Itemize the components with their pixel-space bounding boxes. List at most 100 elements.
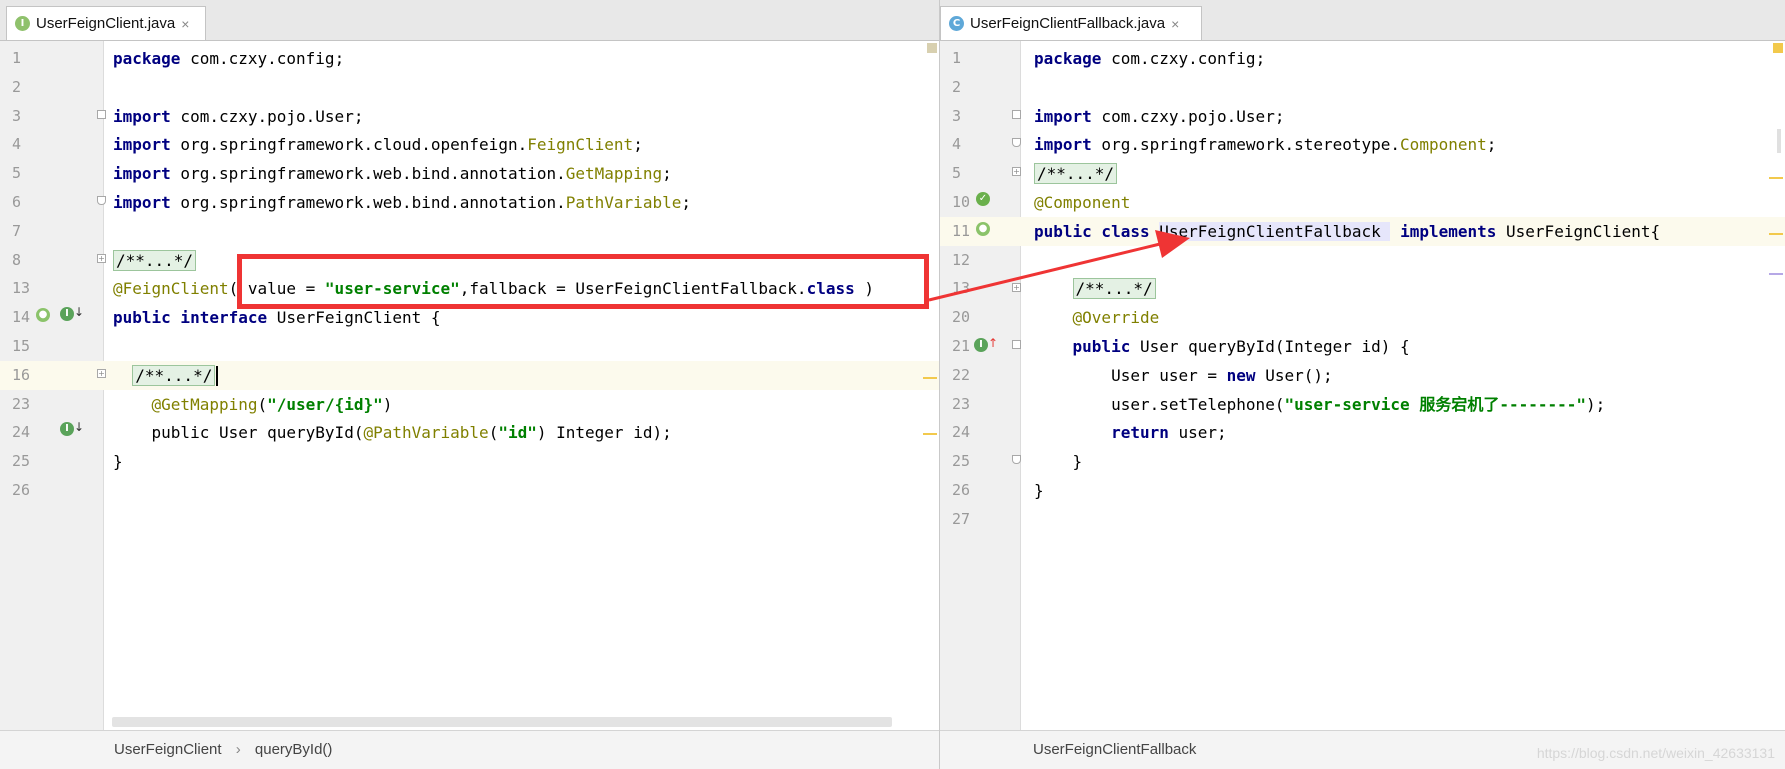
- warning-mark[interactable]: [923, 377, 937, 379]
- code-line[interactable]: 24 public User queryById(@PathVariable("…: [0, 418, 939, 447]
- text-token: user;: [1168, 423, 1227, 443]
- warning-mark[interactable]: [1769, 177, 1783, 179]
- close-icon[interactable]: ×: [181, 16, 189, 32]
- code-line[interactable]: 23 @GetMapping("/user/{id}"): [0, 390, 939, 419]
- highlighted-identifier: UserFeignClientFallback: [1159, 221, 1391, 241]
- fold-marker-icon[interactable]: [1012, 340, 1021, 349]
- line-number: 26: [12, 481, 31, 499]
- code-line[interactable]: 7: [0, 217, 939, 246]
- code-text: import org.springframework.web.bind.anno…: [113, 188, 691, 217]
- fold-marker-icon[interactable]: +: [97, 254, 106, 263]
- code-line[interactable]: 12: [940, 246, 1785, 275]
- code-line[interactable]: 24 return user;: [940, 418, 1785, 447]
- implemented-down-arrow-icon[interactable]: I ↓: [60, 420, 84, 436]
- code-line[interactable]: 25}: [0, 447, 939, 476]
- code-line[interactable]: 4 import org.springframework.stereotype.C…: [940, 130, 1785, 159]
- code-line[interactable]: 4 import org.springframework.cloud.openfe…: [0, 130, 939, 159]
- warning-mark[interactable]: [1769, 233, 1783, 235]
- spring-bean-icon[interactable]: ✓: [976, 190, 990, 206]
- breadcrumb-item[interactable]: queryById(): [255, 741, 333, 758]
- code-line[interactable]: 16 /**...*/: [0, 360, 939, 390]
- error-stripe[interactable]: [1769, 41, 1785, 730]
- text-token: com.czxy.config;: [180, 49, 345, 68]
- text-token: User();: [1255, 365, 1333, 385]
- line-number: 16: [12, 365, 31, 384]
- close-icon[interactable]: ×: [1171, 16, 1179, 32]
- text-token: User user =: [1034, 365, 1227, 385]
- class-token: FeignClient: [527, 135, 634, 155]
- code-line[interactable]: 25 }: [940, 447, 1785, 476]
- code-text: user.setTelephone("user-service 服务宕机了---…: [1034, 390, 1605, 419]
- implements-method-up-arrow-icon[interactable]: I ↑: [974, 336, 998, 352]
- tab-userfeignclient-java[interactable]: I UserFeignClient.java ×: [6, 6, 206, 40]
- code-line[interactable]: 2: [940, 73, 1785, 102]
- code-text: @Component: [1034, 188, 1130, 217]
- code-line[interactable]: 10 @Component: [940, 188, 1785, 217]
- code-line[interactable]: 1 package com.czxy.config;: [0, 44, 939, 73]
- text-token: org.springframework.web.bind.annotation.: [170, 164, 566, 184]
- implements-interface-icon[interactable]: ●: [976, 220, 990, 236]
- keyword-token: package: [113, 49, 181, 68]
- inspection-status-icon[interactable]: [1773, 43, 1783, 53]
- code-line[interactable]: 21 public User queryById(Integer id) {: [940, 332, 1785, 361]
- keyword-token: import: [1034, 106, 1092, 126]
- fold-marker-icon[interactable]: +: [97, 369, 106, 378]
- line-number: 15: [12, 337, 31, 355]
- code-line[interactable]: 13 /**...*/: [940, 274, 1785, 303]
- code-line[interactable]: 3 import com.czxy.pojo.User;: [0, 102, 939, 131]
- horizontal-scrollbar[interactable]: [112, 717, 892, 727]
- tab-userfeignclientfallback-java[interactable]: C UserFeignClientFallback.java ×: [940, 6, 1202, 40]
- code-line[interactable]: 26}: [940, 476, 1785, 505]
- implemented-by-icon[interactable]: ●: [36, 306, 50, 322]
- annotation-highlight-box: [237, 254, 929, 309]
- code-line[interactable]: 22 User user = new User();: [940, 361, 1785, 390]
- code-line[interactable]: 5 /**...*/: [940, 159, 1785, 188]
- inspection-status-icon[interactable]: [927, 43, 937, 53]
- breadcrumb-item[interactable]: UserFeignClientFallback: [1033, 741, 1196, 758]
- breadcrumb-item[interactable]: UserFeignClient: [114, 741, 222, 758]
- code-line[interactable]: 27: [940, 505, 1785, 534]
- code-text: public User queryById(@PathVariable("id"…: [113, 418, 672, 447]
- code-text: }: [1034, 476, 1044, 505]
- text-token: com.czxy.pojo.User;: [170, 106, 364, 126]
- fold-marker-icon[interactable]: [97, 196, 106, 205]
- text-token: (: [257, 394, 268, 414]
- code-line[interactable]: 26: [0, 476, 939, 505]
- folded-comment[interactable]: /**...*/: [132, 364, 216, 386]
- implemented-down-arrow-icon[interactable]: I ↓: [60, 305, 84, 321]
- line-number: 13: [12, 279, 31, 298]
- usage-mark[interactable]: [1769, 273, 1783, 275]
- code-line[interactable]: 15: [0, 332, 939, 361]
- fold-marker-icon[interactable]: [1012, 110, 1021, 119]
- folded-comment[interactable]: /**...*/: [113, 249, 197, 271]
- line-number: 25: [952, 452, 971, 471]
- code-text: return user;: [1034, 418, 1227, 447]
- code-text: public class UserFeignClientFallback imp…: [1034, 217, 1660, 246]
- string-token: "id": [498, 423, 537, 443]
- fold-marker-icon[interactable]: [1012, 455, 1021, 464]
- code-line[interactable]: 1 package com.czxy.config;: [940, 44, 1785, 73]
- text-token: UserFeignClient {: [267, 308, 441, 328]
- folded-comment[interactable]: /**...*/: [1034, 163, 1118, 185]
- code-line[interactable]: 6 import org.springframework.web.bind.ann…: [0, 188, 939, 217]
- warning-mark[interactable]: [923, 433, 937, 435]
- code-line[interactable]: 11 public class UserFeignClientFallback i…: [940, 216, 1785, 246]
- code-line[interactable]: 2: [0, 73, 939, 102]
- text-token: ;: [1486, 135, 1497, 155]
- fold-marker-icon[interactable]: +: [1012, 167, 1021, 176]
- folded-comment[interactable]: /**...*/: [1072, 278, 1156, 300]
- code-text: /**...*/: [1034, 274, 1156, 303]
- annotation-token: @Component: [1034, 193, 1131, 212]
- code-line[interactable]: 20 @Override: [940, 303, 1785, 332]
- fold-marker-icon[interactable]: [97, 110, 106, 119]
- fold-marker-icon[interactable]: +: [1012, 283, 1021, 292]
- code-line[interactable]: 3 import com.czxy.pojo.User;: [940, 102, 1785, 131]
- error-stripe[interactable]: [923, 41, 939, 730]
- text-token: (: [488, 423, 499, 443]
- fold-marker-icon[interactable]: [1012, 138, 1021, 147]
- code-line[interactable]: 23 user.setTelephone("user-service 服务宕机了…: [940, 390, 1785, 419]
- code-text: /**...*/: [113, 246, 197, 275]
- code-line[interactable]: 5 import org.springframework.web.bind.ann…: [0, 159, 939, 188]
- scroll-thumb[interactable]: [1777, 129, 1781, 153]
